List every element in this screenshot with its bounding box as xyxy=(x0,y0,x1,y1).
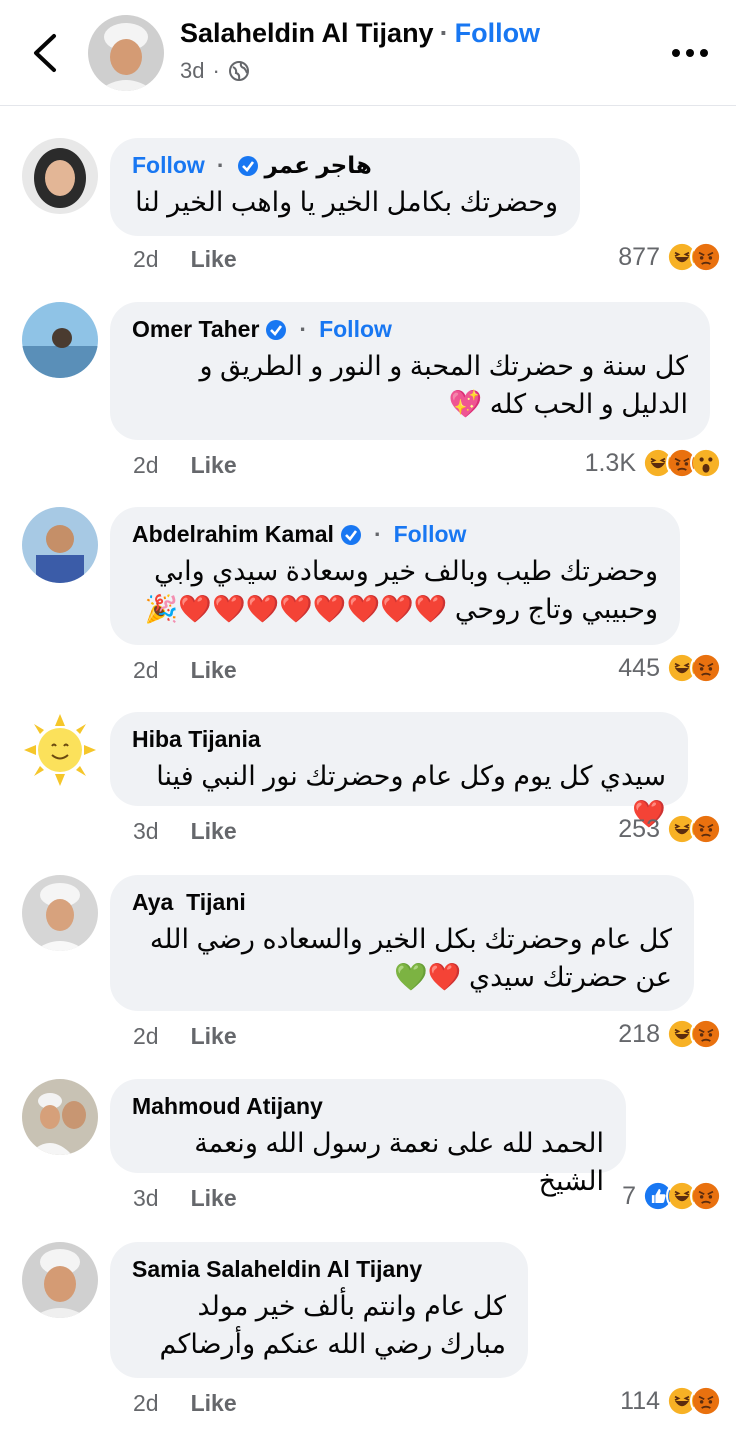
reaction-count: 114 xyxy=(620,1386,660,1415)
angry-reaction-icon xyxy=(690,1180,722,1212)
reaction-summary[interactable]: 7 xyxy=(622,1180,722,1212)
author-row: Hiba Tijania xyxy=(132,726,666,753)
comment-actions: 2d Like xyxy=(133,657,237,684)
comment-text: كل عام وحضرتك بكل الخير والسعاده رضي الل… xyxy=(149,924,672,992)
wow-reaction-icon xyxy=(690,447,722,479)
reaction-count: 445 xyxy=(618,653,660,682)
comment-actions: 2d Like xyxy=(133,1390,237,1417)
comment-actions: 3d Like xyxy=(133,1185,237,1212)
verified-badge-icon xyxy=(237,155,258,176)
comment-bubble[interactable]: Hiba Tijania سيدي كل يوم وكل عام وحضرتك … xyxy=(110,712,688,829)
commenter-avatar[interactable] xyxy=(22,507,98,583)
author-name-row: Salaheldin Al Tijany · Follow xyxy=(180,18,540,49)
verified-badge-icon xyxy=(340,524,361,545)
comment-bubble[interactable]: Aya Tijani كل عام وحضرتك بكل الخير والسع… xyxy=(110,875,694,1011)
angry-reaction-icon xyxy=(690,813,722,845)
like-button[interactable]: Like xyxy=(191,1390,237,1417)
author-row: Omer Taher · Follow xyxy=(132,316,688,343)
like-button[interactable]: Like xyxy=(191,452,237,479)
separator-dot: · xyxy=(373,521,382,547)
reaction-summary[interactable]: 1.3K xyxy=(585,447,722,479)
commenter-avatar[interactable] xyxy=(22,1242,98,1318)
reaction-count: 7 xyxy=(622,1181,636,1210)
like-button[interactable]: Like xyxy=(191,1023,237,1050)
comment-text: وحضرتك بكامل الخير يا واهب الخير لنا xyxy=(135,187,558,217)
comment-actions: 2d Like xyxy=(133,1023,237,1050)
reaction-count: 253 xyxy=(618,814,660,843)
author-row: Abdelrahim Kamal · Follow xyxy=(132,521,658,548)
comment-author[interactable]: Omer Taher xyxy=(132,316,259,343)
post-time[interactable]: 3d xyxy=(180,58,204,84)
comment-bubble[interactable]: Mahmoud Atijany الحمد لله على نعمة رسول … xyxy=(110,1079,626,1196)
post-meta: 3d · xyxy=(180,58,250,84)
reaction-count: 1.3K xyxy=(584,448,636,477)
commenter-avatar[interactable] xyxy=(22,875,98,951)
comment-time[interactable]: 2d xyxy=(133,1023,159,1050)
author-avatar[interactable] xyxy=(88,15,164,91)
comment-time[interactable]: 2d xyxy=(133,246,159,273)
reaction-count: 877 xyxy=(618,242,660,271)
comment-bubble[interactable]: Samia Salaheldin Al Tijany كل عام وانتم … xyxy=(110,1242,528,1378)
comment-author[interactable]: Samia Salaheldin Al Tijany xyxy=(132,1256,422,1283)
separator-dot: · xyxy=(216,152,225,178)
comment-text: وحضرتك طيب وبالف خير وسعادة سيدي وابي وح… xyxy=(144,556,658,624)
author-row: Samia Salaheldin Al Tijany xyxy=(132,1256,506,1283)
comment-time[interactable]: 2d xyxy=(133,452,159,479)
like-button[interactable]: Like xyxy=(191,818,237,845)
separator-dot: · xyxy=(212,58,220,83)
like-button[interactable]: Like xyxy=(191,1185,237,1212)
comment-author[interactable]: Mahmoud Atijany xyxy=(132,1093,323,1120)
commenter-avatar[interactable] xyxy=(22,138,98,214)
angry-reaction-icon xyxy=(690,652,722,684)
comment-time[interactable]: 3d xyxy=(133,1185,159,1212)
comment-actions: 2d Like xyxy=(133,246,237,273)
author-name[interactable]: Salaheldin Al Tijany xyxy=(180,18,434,48)
reaction-summary[interactable]: 218 xyxy=(618,1018,722,1050)
angry-reaction-icon xyxy=(690,1385,722,1417)
like-button[interactable]: Like xyxy=(191,657,237,684)
post-header: Salaheldin Al Tijany · Follow 3d · xyxy=(0,0,736,106)
comment-bubble[interactable]: Abdelrahim Kamal · Follow وحضرتك طيب وبا… xyxy=(110,507,680,645)
comment-author[interactable]: Abdelrahim Kamal xyxy=(132,521,334,548)
commenter-avatar[interactable] xyxy=(22,302,98,378)
comment-bubble[interactable]: Follow · هاجر عمر وحضرتك بكامل الخير يا … xyxy=(110,138,580,236)
author-row: Follow · هاجر عمر xyxy=(132,152,558,179)
comment-actions: 3d Like xyxy=(133,818,237,845)
separator-dot: · xyxy=(299,316,308,342)
follow-button[interactable]: Follow xyxy=(394,521,467,548)
reaction-summary[interactable]: 114 xyxy=(620,1385,722,1417)
author-row: Mahmoud Atijany xyxy=(132,1093,604,1120)
more-options-icon[interactable] xyxy=(668,38,712,68)
commenter-avatar[interactable] xyxy=(22,712,98,788)
comment-text: كل سنة و حضرتك المحبة و النور و الطريق و… xyxy=(199,351,688,419)
reaction-summary[interactable]: 253 xyxy=(618,813,722,845)
globe-icon xyxy=(228,61,249,81)
comment-time[interactable]: 2d xyxy=(133,657,159,684)
commenter-avatar[interactable] xyxy=(22,1079,98,1155)
comment-author[interactable]: Hiba Tijania xyxy=(132,726,261,753)
comment-author[interactable]: هاجر عمر xyxy=(265,152,372,179)
follow-button[interactable]: Follow xyxy=(132,152,205,179)
reaction-summary[interactable]: 445 xyxy=(618,652,722,684)
follow-button[interactable]: Follow xyxy=(455,18,540,48)
separator-dot: · xyxy=(439,18,449,48)
angry-reaction-icon xyxy=(690,1018,722,1050)
back-arrow-icon[interactable] xyxy=(26,30,66,76)
verified-badge-icon xyxy=(266,319,287,340)
reaction-summary[interactable]: 877 xyxy=(618,241,722,273)
comment-text: كل عام وانتم بألف خير مولد مبارك رضي الل… xyxy=(159,1291,506,1359)
comment-bubble[interactable]: Omer Taher · Follow كل سنة و حضرتك المحب… xyxy=(110,302,710,440)
follow-button[interactable]: Follow xyxy=(319,316,392,343)
like-button[interactable]: Like xyxy=(191,246,237,273)
author-row: Aya Tijani xyxy=(132,889,672,916)
comment-author[interactable]: Aya Tijani xyxy=(132,889,246,916)
comment-actions: 2d Like xyxy=(133,452,237,479)
reaction-count: 218 xyxy=(618,1019,660,1048)
comment-time[interactable]: 3d xyxy=(133,818,159,845)
comment-time[interactable]: 2d xyxy=(133,1390,159,1417)
angry-reaction-icon xyxy=(690,241,722,273)
